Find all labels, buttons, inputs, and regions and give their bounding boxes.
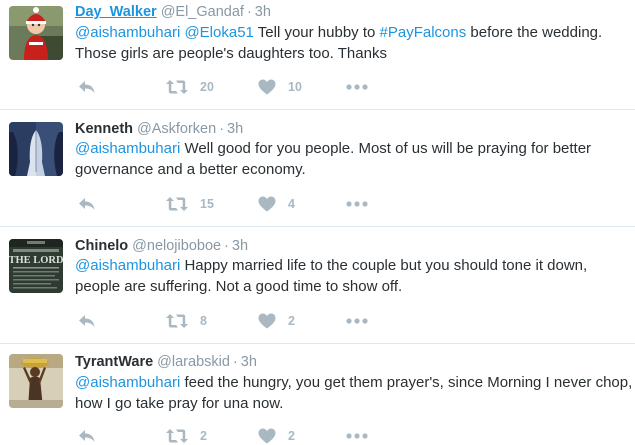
retweet-button[interactable]: 8 <box>166 311 207 331</box>
more-button[interactable] <box>346 194 368 214</box>
heart-icon <box>258 313 276 329</box>
avatar-street-vendor-image <box>9 354 63 408</box>
more-button[interactable] <box>346 426 368 445</box>
display-name[interactable]: Chinelo <box>75 238 128 254</box>
like-count: 10 <box>288 80 302 94</box>
separator-dot: · <box>232 354 238 370</box>
retweet-button[interactable]: 20 <box>166 77 214 97</box>
retweet-icon <box>166 314 188 328</box>
reply-arrow-icon <box>79 430 95 442</box>
tweet-text: @aishambuhari Well good for you people. … <box>75 138 633 180</box>
username[interactable]: @nelojiboboe <box>132 238 221 254</box>
reply-arrow-icon <box>79 315 95 327</box>
more-button[interactable] <box>346 311 368 331</box>
tweet-chinelo[interactable]: THE LORD Chinelo @nelojiboboe · 3h @aishamb… <box>0 227 635 343</box>
display-name[interactable]: Kenneth <box>75 121 133 137</box>
avatar[interactable] <box>9 354 63 408</box>
separator-dot: · <box>246 4 252 20</box>
timestamp[interactable]: 3h <box>241 354 257 370</box>
username[interactable]: @El_Gandaf <box>161 4 244 20</box>
avatar[interactable] <box>9 6 63 60</box>
like-button[interactable]: 2 <box>258 426 295 445</box>
like-count: 2 <box>288 429 295 443</box>
heart-icon <box>258 428 276 444</box>
mention-link[interactable]: @Eloka51 <box>184 24 253 41</box>
like-button[interactable]: 4 <box>258 194 295 214</box>
mention-link[interactable]: @aishambuhari <box>75 374 180 391</box>
tweet-actions: 15 4 <box>75 194 375 214</box>
retweet-button[interactable]: 15 <box>166 194 214 214</box>
like-count: 2 <box>288 314 295 328</box>
text-segment: Tell your hubby to <box>253 24 380 41</box>
timestamp[interactable]: 3h <box>232 238 248 254</box>
tweet-text: @aishambuhari Happy married life to the … <box>75 255 633 297</box>
retweet-count: 15 <box>200 197 214 211</box>
heart-icon <box>258 196 276 212</box>
like-button[interactable]: 10 <box>258 77 302 97</box>
mention-link[interactable]: @aishambuhari <box>75 140 180 157</box>
avatar[interactable]: THE LORD <box>9 239 63 293</box>
retweet-icon <box>166 197 188 211</box>
reply-button[interactable] <box>78 311 96 331</box>
avatar-scripture-image: THE LORD <box>9 239 63 293</box>
tweet-actions: 8 2 <box>75 311 375 331</box>
reply-button[interactable] <box>78 426 96 445</box>
tweet-header: Day_Walker @El_Gandaf · 3h <box>75 4 271 20</box>
like-count: 4 <box>288 197 295 211</box>
more-button[interactable] <box>346 77 368 97</box>
reply-arrow-icon <box>79 198 95 210</box>
reply-button[interactable] <box>78 194 96 214</box>
avatar-elf-image <box>9 6 63 60</box>
display-name[interactable]: Day_Walker <box>75 4 157 20</box>
username[interactable]: @Askforken <box>137 121 216 137</box>
retweet-count: 20 <box>200 80 214 94</box>
display-name[interactable]: TyrantWare <box>75 354 153 370</box>
tweet-actions: 2 2 <box>75 426 375 445</box>
mention-link[interactable]: @aishambuhari <box>75 257 180 274</box>
avatar[interactable] <box>9 122 63 176</box>
retweet-icon <box>166 429 188 443</box>
avatar-praying-hands-image <box>9 122 63 176</box>
more-dots-icon <box>346 433 368 439</box>
tweet-text: @aishambuhari feed the hungry, you get t… <box>75 372 633 414</box>
separator-dot: · <box>224 238 229 254</box>
timestamp[interactable]: 3h <box>255 4 271 20</box>
hashtag-link[interactable]: #PayFalcons <box>380 24 467 41</box>
tweet-kenneth[interactable]: Kenneth @Askforken · 3h @aishambuhari Well … <box>0 110 635 226</box>
retweet-icon <box>166 80 188 94</box>
tweet-tyrantware[interactable]: TyrantWare @larabskid · 3h @aishambuhari fe… <box>0 344 635 445</box>
tweet-header: TyrantWare @larabskid · 3h <box>75 354 257 370</box>
mention-link[interactable]: @aishambuhari <box>75 24 180 41</box>
tweet-header: Chinelo @nelojiboboe · 3h <box>75 238 248 254</box>
tweet-actions: 20 10 <box>75 77 375 97</box>
more-dots-icon <box>346 84 368 90</box>
tweet-day-walker[interactable]: Day_Walker @El_Gandaf · 3h @aishambuhari @E… <box>0 0 635 109</box>
separator-dot: · <box>219 121 225 137</box>
timestamp[interactable]: 3h <box>227 121 243 137</box>
tweet-header: Kenneth @Askforken · 3h <box>75 121 243 137</box>
retweet-count: 2 <box>200 429 207 443</box>
retweet-count: 8 <box>200 314 207 328</box>
username[interactable]: @larabskid <box>157 354 230 370</box>
reply-button[interactable] <box>78 77 96 97</box>
retweet-button[interactable]: 2 <box>166 426 207 445</box>
heart-icon <box>258 79 276 95</box>
reply-arrow-icon <box>79 81 95 93</box>
more-dots-icon <box>346 318 368 324</box>
avatar-lettering: THE LORD <box>9 255 63 266</box>
more-dots-icon <box>346 201 368 207</box>
tweet-text: @aishambuhari @Eloka51 Tell your hubby t… <box>75 22 633 64</box>
like-button[interactable]: 2 <box>258 311 295 331</box>
